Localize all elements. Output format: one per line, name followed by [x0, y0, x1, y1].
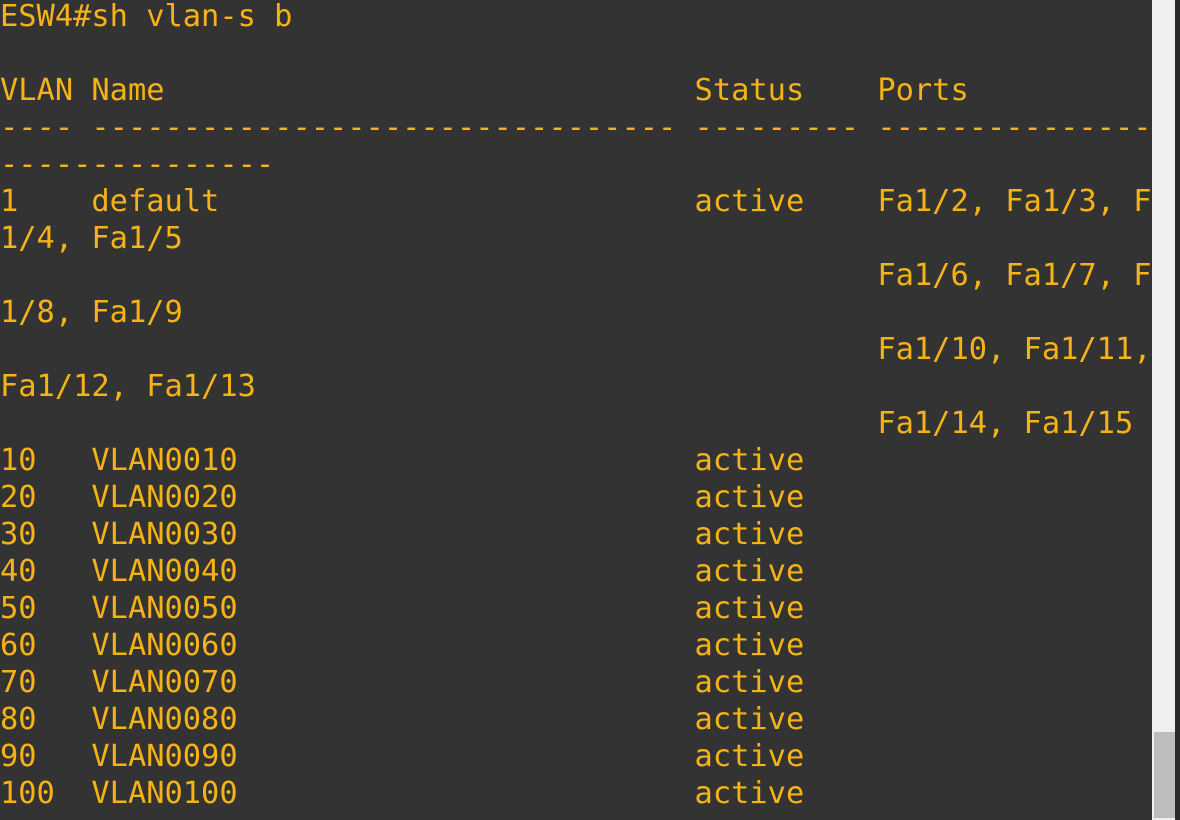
terminal-line: 70 VLAN0070 active — [0, 665, 878, 700]
terminal-line: 1/4, Fa1/5 — [0, 221, 183, 256]
terminal-line: 1/8, Fa1/9 — [0, 295, 183, 330]
terminal-line: Fa1/14, Fa1/15 — [0, 406, 1134, 441]
terminal-line: 80 VLAN0080 active — [0, 702, 878, 737]
terminal-line: VLAN Name Status Ports — [0, 73, 969, 108]
terminal-line: 10 VLAN0010 active — [0, 443, 878, 478]
terminal-line: 60 VLAN0060 active — [0, 628, 878, 663]
terminal-line: ESW4#sh vlan-s b — [0, 0, 293, 34]
terminal-line: 1 default active Fa1/2, Fa1/3, Fa — [0, 184, 1152, 219]
terminal-line: 40 VLAN0040 active — [0, 554, 878, 589]
terminal-line: 100 VLAN0100 active — [0, 776, 878, 811]
terminal-line: 90 VLAN0090 active — [0, 739, 878, 774]
terminal-line: 30 VLAN0030 active — [0, 517, 878, 552]
terminal-line: Fa1/10, Fa1/11, — [0, 332, 1152, 367]
terminal-line: Fa1/6, Fa1/7, Fa — [0, 258, 1152, 293]
window-right-edge — [1175, 0, 1180, 820]
terminal-line: --------------- — [0, 147, 275, 182]
terminal-line: 20 VLAN0020 active — [0, 480, 878, 515]
terminal-line: Fa1/12, Fa1/13 — [0, 369, 256, 404]
terminal-line: 50 VLAN0050 active — [0, 591, 878, 626]
vertical-scrollbar[interactable] — [1152, 0, 1177, 820]
scrollbar-thumb[interactable] — [1154, 732, 1176, 818]
terminal-line: ---- -------------------------------- --… — [0, 110, 1152, 145]
terminal-screen: ESW4#sh vlan-s b VLAN Name Status Ports -… — [0, 0, 1152, 812]
terminal-output-pane[interactable]: ESW4#sh vlan-s b VLAN Name Status Ports -… — [0, 0, 1152, 820]
terminal-window: ESW4#sh vlan-s b VLAN Name Status Ports -… — [0, 0, 1180, 820]
